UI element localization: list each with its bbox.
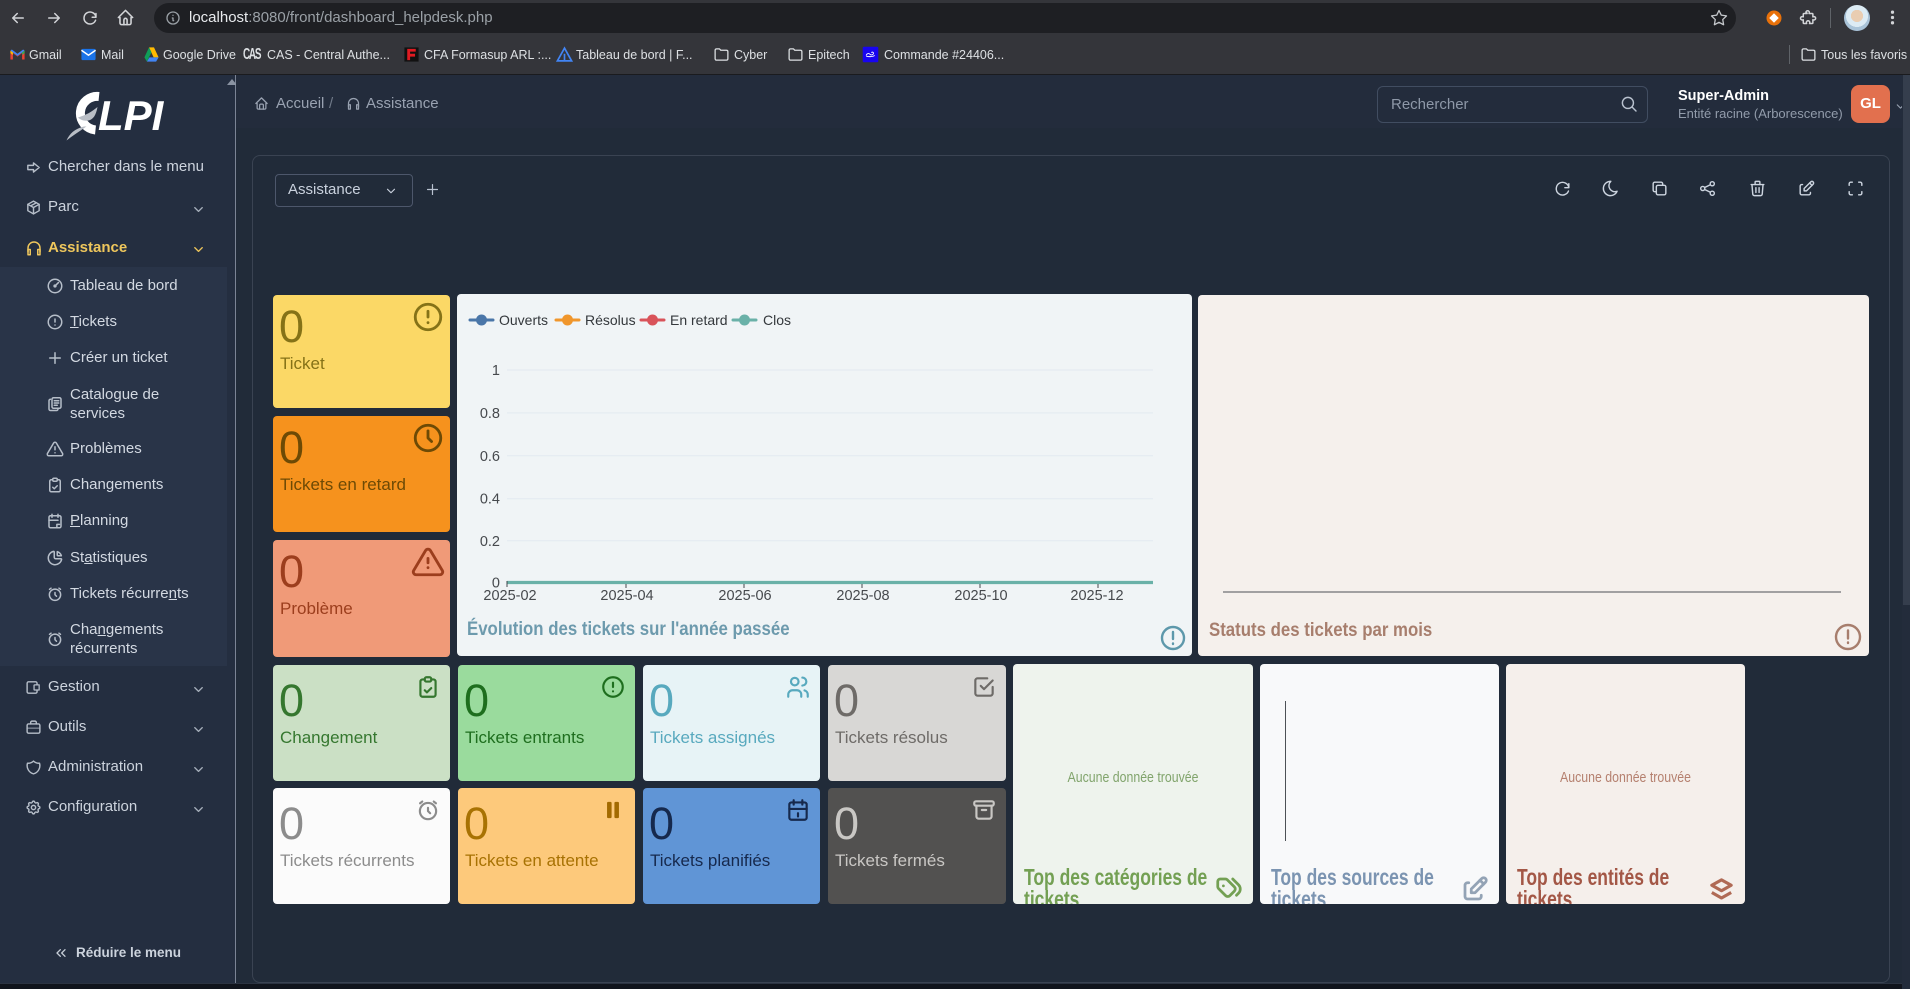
svg-text:2025-02: 2025-02 bbox=[483, 588, 536, 604]
svg-text:2025-04: 2025-04 bbox=[600, 588, 653, 604]
svg-text:En retard: En retard bbox=[670, 312, 728, 328]
svg-text:LPI: LPI bbox=[98, 92, 165, 139]
svg-text:0.2: 0.2 bbox=[480, 534, 500, 550]
svg-text:Ouverts: Ouverts bbox=[499, 312, 548, 328]
svg-text:2025-10: 2025-10 bbox=[954, 588, 1007, 604]
svg-text:0.8: 0.8 bbox=[480, 406, 500, 422]
svg-text:2025-12: 2025-12 bbox=[1070, 588, 1123, 604]
svg-text:Clos: Clos bbox=[763, 312, 791, 328]
svg-text:0.6: 0.6 bbox=[480, 449, 500, 465]
svg-text:Résolus: Résolus bbox=[585, 312, 636, 328]
svg-text:2025-08: 2025-08 bbox=[836, 588, 889, 604]
svg-text:1: 1 bbox=[492, 363, 500, 379]
svg-text:2025-06: 2025-06 bbox=[718, 588, 771, 604]
svg-text:0.4: 0.4 bbox=[480, 492, 500, 508]
